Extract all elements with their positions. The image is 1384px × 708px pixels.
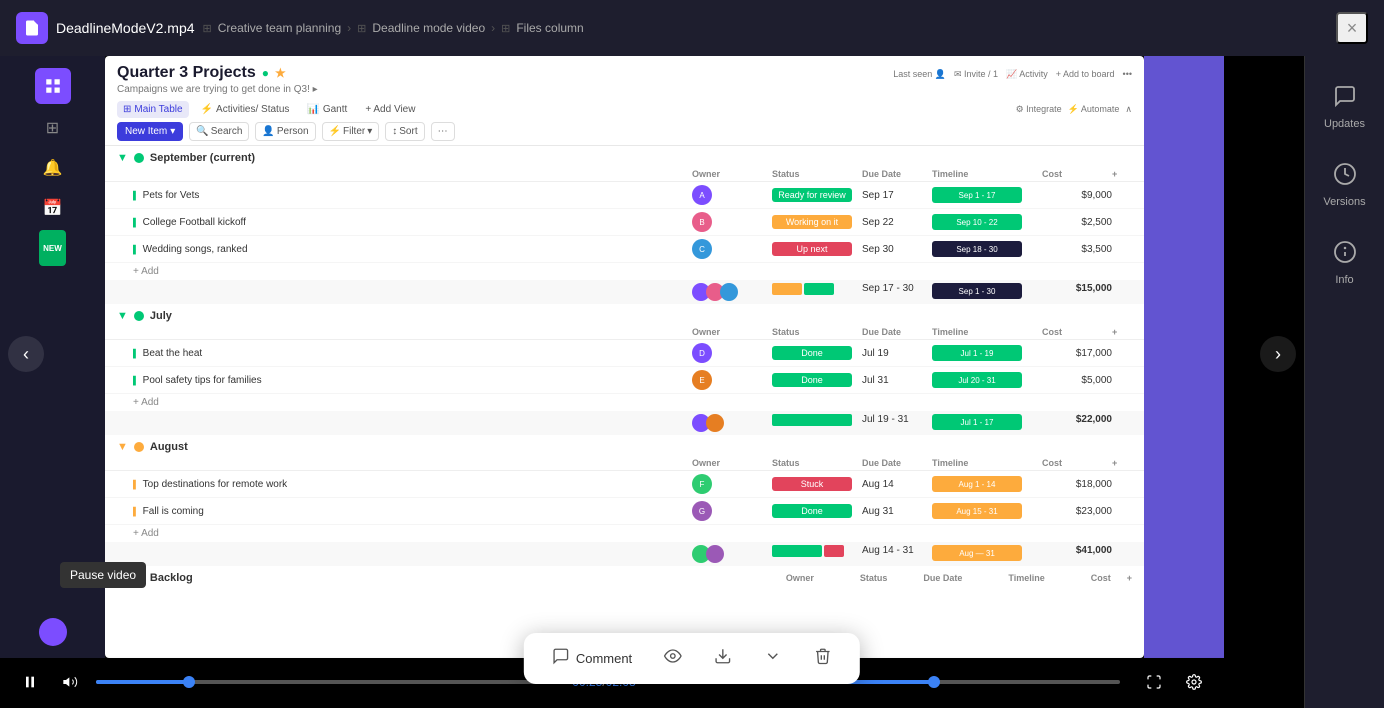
updates-label: Updates (1324, 118, 1365, 130)
file-icon (16, 12, 48, 44)
progress-bar[interactable] (96, 680, 560, 684)
breadcrumb-item-1[interactable]: Creative team planning (218, 21, 341, 35)
table-row: ▌ Wedding songs, ranked C Up next Sep 30… (105, 236, 1144, 263)
chevron-down-button[interactable] (756, 643, 790, 674)
download-icon (714, 647, 732, 670)
trash-icon (814, 647, 832, 670)
updates-icon (1333, 84, 1357, 114)
versions-button[interactable]: Versions (1310, 150, 1380, 220)
filter-button[interactable]: ⚡ Filter ▾ (322, 122, 380, 141)
breadcrumb-item-2[interactable]: Deadline mode video (372, 21, 485, 35)
top-bar: DeadlineModeV2.mp4 ⊞ Creative team plann… (0, 0, 1384, 56)
more-options-button[interactable]: ⋯ (431, 122, 455, 141)
video-area[interactable]: ⊞ 🔔 📅 NEW Quarter 3 Projects ● ★ Last se… (0, 56, 1304, 708)
table-row: ▌ Top destinations for remote work F Stu… (105, 471, 1144, 498)
group-september: ▼ September (current) (105, 146, 1144, 167)
sum-row-july: Jul 19 - 31 Jul 1 - 17 $22,000 (105, 411, 1144, 435)
pause-tooltip: Pause video (60, 562, 146, 588)
group-july: ▼ July (105, 304, 1144, 325)
file-name: DeadlineModeV2.mp4 (56, 20, 195, 36)
table-row: ▌ Pool safety tips for families E Done J… (105, 367, 1144, 394)
info-label: Info (1335, 274, 1353, 286)
eye-button[interactable] (656, 643, 690, 674)
breadcrumb: ⊞ Creative team planning › ⊞ Deadline mo… (203, 21, 584, 35)
delete-button[interactable] (806, 643, 840, 674)
versions-icon (1333, 162, 1357, 192)
sum-row-sep: Sep 17 - 30 Sep 1 - 30 $15,000 (105, 280, 1144, 304)
board-table: ▼ September (current) OwnerStatusDue Dat… (105, 146, 1144, 587)
download-button[interactable] (706, 643, 740, 674)
search-button[interactable]: 🔍 Search (189, 122, 249, 141)
chevron-down-icon (764, 647, 782, 670)
tab-main-table[interactable]: ⊞ Main Table (117, 101, 189, 118)
close-button[interactable]: × (1336, 12, 1368, 44)
eye-icon (664, 647, 682, 670)
sidebar-icon-4: NEW (39, 230, 66, 266)
add-item-button-july[interactable]: + Add (105, 394, 1144, 411)
table-row: ▌ Beat the heat D Done Jul 19 Jul 1 - 19… (105, 340, 1144, 367)
avatar: F (692, 474, 712, 494)
info-button[interactable]: Info (1310, 228, 1380, 298)
tab-activities[interactable]: ⚡ Activities/ Status (195, 101, 296, 118)
person-filter-button[interactable]: 👤 Person (255, 122, 315, 141)
add-item-button[interactable]: + Add (105, 263, 1144, 280)
screen-content: Quarter 3 Projects ● ★ Last seen 👤 ✉ Inv… (105, 56, 1144, 658)
comment-icon (552, 647, 570, 670)
comment-button[interactable]: Comment (544, 643, 640, 674)
settings-button[interactable] (1180, 668, 1208, 696)
board-subtitle: Campaigns we are trying to get done in Q… (117, 84, 1132, 95)
sidebar-icon-1: ⊞ (35, 110, 71, 146)
info-icon (1333, 240, 1357, 270)
breadcrumb-item-3[interactable]: Files column (516, 21, 583, 35)
progress-thumb[interactable] (183, 676, 195, 688)
tab-gantt[interactable]: 📊 Gantt (301, 101, 353, 118)
avatar: D (692, 343, 712, 363)
volume-button[interactable] (56, 668, 84, 696)
updates-button[interactable]: Updates (1310, 72, 1380, 142)
sidebar-icon-2: 🔔 (35, 150, 71, 186)
add-item-button-aug[interactable]: + Add (105, 525, 1144, 542)
table-row: ▌ Fall is coming G Done Aug 31 Aug 15 - … (105, 498, 1144, 525)
bottom-action-bar: Comment (524, 633, 860, 684)
board-title: Quarter 3 Projects ● ★ (117, 64, 286, 82)
sidebar-icon-3: 📅 (35, 190, 71, 226)
sum-row-aug: Aug 14 - 31 Aug — 31 $41,000 (105, 542, 1144, 566)
tab-add-view[interactable]: + Add View (359, 101, 421, 118)
prev-button[interactable]: ‹ (8, 336, 44, 372)
group-august: ▼ August (105, 435, 1144, 456)
top-bar-left: DeadlineModeV2.mp4 ⊞ Creative team plann… (16, 12, 1336, 44)
table-row: ▌ Pets for Vets A Ready for review Sep 1… (105, 182, 1144, 209)
table-row: ▌ College Football kickoff B Working on … (105, 209, 1144, 236)
next-button[interactable]: › (1260, 336, 1296, 372)
versions-label: Versions (1323, 196, 1365, 208)
board-tabs: ⊞ Main Table ⚡ Activities/ Status 📊 Gant… (117, 101, 1132, 118)
pause-button[interactable] (16, 668, 44, 696)
right-panel: Updates Versions Info (1304, 56, 1384, 708)
group-backlog: ▼ Backlog Owner Status Due Date Timeline… (105, 566, 1144, 587)
avatar: E (692, 370, 712, 390)
new-item-button[interactable]: New Item ▾ (117, 122, 183, 141)
avatar: G (692, 501, 712, 521)
avatar: B (692, 212, 712, 232)
avatar: A (692, 185, 712, 205)
board-header: Quarter 3 Projects ● ★ Last seen 👤 ✉ Inv… (105, 56, 1144, 146)
avatar: C (692, 239, 712, 259)
fullscreen-button[interactable] (1140, 668, 1168, 696)
sort-button[interactable]: ↕ Sort (385, 122, 424, 141)
comment-label: Comment (576, 651, 632, 666)
board-toolbar: New Item ▾ 🔍 Search 👤 Person ⚡ Filter ▾ … (117, 122, 1132, 141)
